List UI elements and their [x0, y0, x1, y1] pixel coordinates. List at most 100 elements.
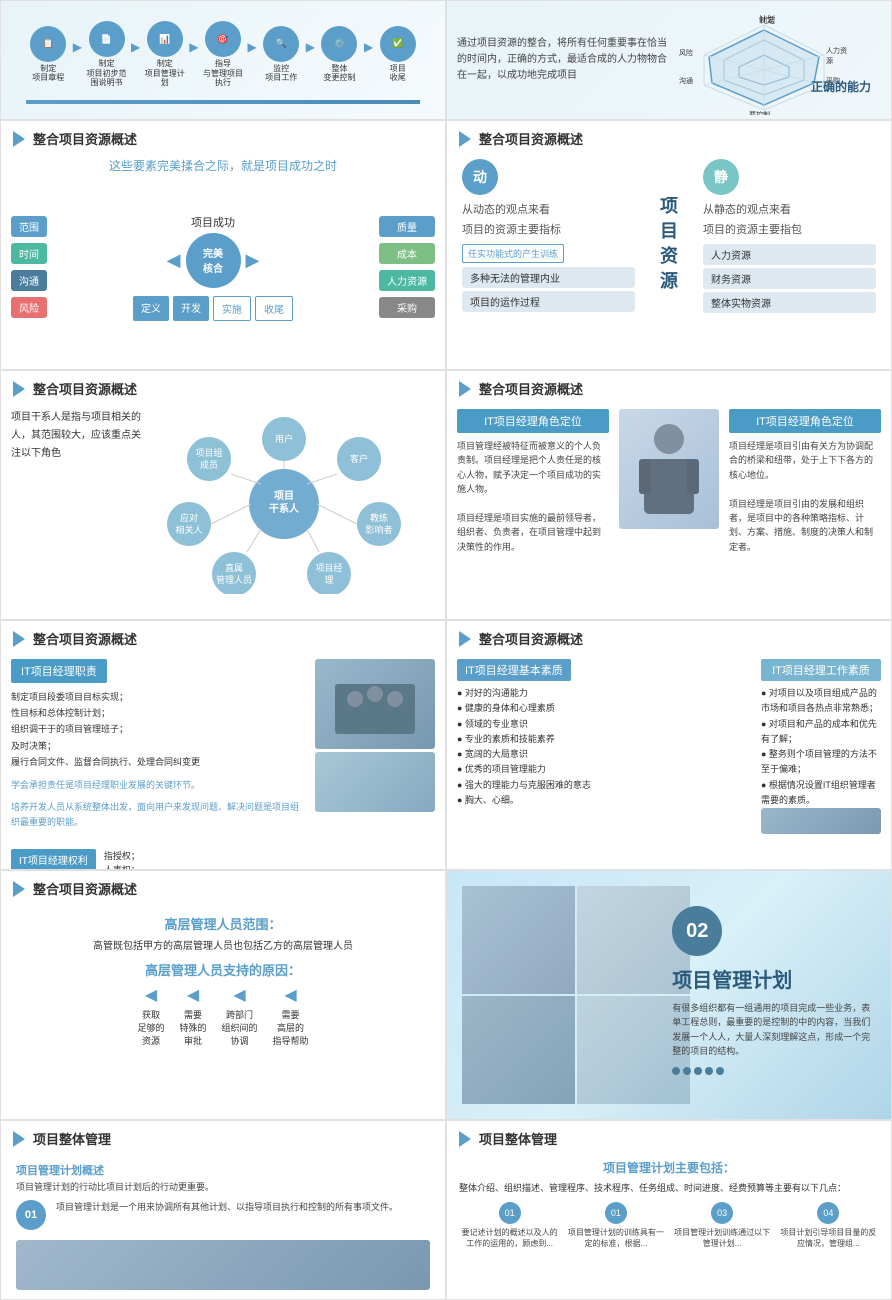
svg-text:成员: 成员	[200, 459, 218, 470]
authority-badge: IT项目经理权利	[11, 849, 96, 870]
static-subtitle2: 项目的资源主要指包	[703, 223, 876, 238]
row6-right-title: 项目整体管理	[479, 1129, 557, 1148]
row3-right-title: 整合项目资源概述	[479, 379, 583, 398]
plan-number: 01	[16, 1200, 46, 1230]
arrow-6: ▶	[364, 40, 373, 54]
dynamic-badges: 多种无法的管理内业 项目的运作过程	[462, 267, 635, 312]
support-grid: ◀ 获取足够的资源 ◀ 需要特殊的审批 ◀ 跨部门组织间的协调 ◀ 需要高层的指…	[31, 985, 415, 1047]
row3-left-header: 整合项目资源概述	[1, 371, 445, 404]
row2-subtitle: 这些要素完美揉合之际，就是项目成功之时	[1, 154, 445, 177]
person-svg	[629, 419, 709, 519]
triangle-marker-4	[13, 631, 25, 647]
flow-step-impl[interactable]: 实施	[213, 296, 251, 321]
support-1: ◀ 获取足够的资源	[137, 985, 164, 1047]
step-label-1: 制定项目章程	[32, 64, 64, 83]
arrows-area: ◀ 完美核合 ▶	[167, 233, 260, 288]
plan-title-1: 项目管理计划概述	[16, 1162, 430, 1178]
flow-step-develop[interactable]: 开发	[173, 296, 209, 321]
pm-slide: 02 项目管理计划 有很多组织都有一组通用的项目完成一些业务，表单工程总则，最重…	[462, 886, 876, 1104]
row2-left-cell: 整合项目资源概述 这些要素完美揉合之际，就是项目成功之时 范围 时间 沟通 风险…	[0, 120, 446, 370]
support-label-2: 需要特殊的审批	[179, 1008, 206, 1047]
step-num-1: 01	[499, 1202, 521, 1224]
support-icon-4: ◀	[284, 985, 296, 1005]
left-tags: 范围 时间 沟通 风险	[11, 182, 47, 352]
row6-right-cell: 项目整体管理 项目管理计划主要包括： 整体介绍、组织描述、管理程序、技术程序、任…	[446, 1120, 892, 1300]
center-diagram: 项目成功 ◀ 完美核合 ▶ 定义 开发 实施 收尾	[57, 182, 369, 352]
senior-text-1: 高管既包括甲方的高层管理人员也包括乙方的高层管理人员	[31, 939, 415, 954]
svg-text:用户: 用户	[275, 433, 293, 444]
svg-text:项目: 项目	[274, 490, 294, 502]
competency-layout: IT项目经理基本素质 ● 对好的沟通能力 ● 健康的身体和心理素质 ● 领域的专…	[447, 654, 891, 839]
duties-note-1: 学会承担责任是项目经理职业发展的关键环节。	[11, 778, 305, 792]
svg-text:应对: 应对	[180, 512, 198, 523]
triangle-marker-2	[459, 131, 471, 147]
step-circle-1: 📋	[30, 26, 66, 62]
plan-def-text: 项目管理计划是一个用来协调所有其他计划、以指导项目执行和控制的所有事项文件。	[56, 1200, 398, 1214]
pm-plan-detail: 项目管理计划主要包括： 整体介绍、组织描述、管理程序、技术程序、任务组成、时间进…	[447, 1154, 891, 1254]
senior-title-1: 高层管理人员范围：	[31, 914, 415, 933]
support-icon-2: ◀	[187, 985, 199, 1005]
process-flow-container: 📋 制定项目章程 ▶ 📄 制定项目初步范围说明书 ▶ 📊 制定项目管理计划 ▶ …	[21, 11, 425, 109]
svg-text:风险: 风险	[679, 48, 693, 57]
pm-step-1: 01 要记述计划的概述以及人的工作的运用的，顾虑到...	[459, 1202, 560, 1249]
triangle-marker-6	[13, 1131, 25, 1147]
pm-desc: 有很多组织都有一组通用的项目完成一些业务，表单工程总则，最重要的是控制的中的内容…	[672, 1001, 871, 1059]
plan-item-1: 项目管理计划概述 项目管理计划的行动比项目计划后的行动更重要。	[16, 1162, 430, 1195]
duties-image-col	[315, 659, 435, 839]
pm-plan-main-title: 项目管理计划主要包括：	[459, 1159, 879, 1176]
dynamic-desc: 任实功能式的产生训练	[462, 244, 564, 263]
svg-text:直属: 直属	[225, 562, 243, 573]
step-circle-6: ⚙️	[321, 26, 357, 62]
static-col-title: 静	[703, 159, 876, 195]
row2-left-title: 整合项目资源概述	[33, 129, 137, 148]
step-circle-3: 📊	[147, 21, 183, 57]
step-desc-3: 项目管理计划训练通过以下管理计划...	[672, 1227, 773, 1249]
duties-img-2	[315, 752, 435, 812]
support-label-1: 获取足够的资源	[137, 1008, 164, 1047]
tag-scope: 范围	[11, 216, 47, 237]
step-label-7: 项目收尾	[390, 64, 406, 83]
row5-right-cell: 02 项目管理计划 有很多组织都有一组通用的项目完成一些业务，表单工程总则，最重…	[446, 870, 892, 1120]
pm-step-3: 03 项目管理计划训练通过以下管理计划...	[672, 1202, 773, 1249]
stakeholder-desc: 项目干系人是指与项目相关的人，其范围较大，应该重点关注以下角色	[11, 409, 149, 589]
arrow-3: ▶	[189, 40, 198, 54]
tag-quality: 质量	[379, 216, 435, 237]
row2-left-header: 整合项目资源概述	[1, 121, 445, 154]
step-7: ✅ 项目收尾	[375, 26, 420, 83]
step-num-2: 01	[605, 1202, 627, 1224]
tag-comm: 沟通	[11, 270, 47, 291]
static-badges: 人力资源 财务资源 整体实物资源	[703, 244, 876, 313]
support-label-4: 需要高层的指导帮助	[273, 1008, 309, 1047]
arrow-5: ▶	[306, 40, 315, 54]
svg-text:源: 源	[826, 56, 833, 65]
basic-comp-list: ● 对好的沟通能力 ● 健康的身体和心理素质 ● 领域的专业意识 ● 专业的素质…	[457, 686, 753, 808]
step-circle-5: 🔍	[263, 26, 299, 62]
support-label-3: 跨部门组织间的协调	[222, 1008, 258, 1047]
pm-steps-row: 01 要记述计划的概述以及人的工作的运用的，顾虑到... 01 项目管理计划的训…	[459, 1202, 879, 1249]
tag-procure: 采购	[379, 297, 435, 318]
spider-diagram: 计划 制定 人力资 源 采购 沟通 风险 要控制 正确的能力	[674, 15, 886, 105]
right-tags: 质量 成本 人力资源 采购	[379, 182, 435, 352]
flow-step-define[interactable]: 定义	[133, 296, 169, 321]
support-icon-1: ◀	[145, 985, 157, 1005]
tag-time: 时间	[11, 243, 47, 264]
pm-img-1	[462, 886, 575, 994]
dynamic-subtitle1: 从动态的观点来看	[462, 203, 635, 218]
duties-img-1	[315, 659, 435, 749]
dot-2	[683, 1067, 691, 1075]
pm-image	[619, 409, 719, 529]
step-desc-1: 要记述计划的概述以及人的工作的运用的，顾虑到...	[459, 1227, 560, 1249]
step-circle-2: 📄	[89, 21, 125, 57]
pm-images	[462, 886, 690, 1104]
laptop-img	[761, 808, 881, 834]
stakeholder-layout: 项目干系人是指与项目相关的人，其范围较大，应该重点关注以下角色 项目 干系人 用…	[1, 404, 445, 594]
right-desc: 通过项目资源的整合，将所有任何重要事在恰当的时间内，正确的方式，最适合成的人力物…	[452, 31, 674, 89]
work-comp-list: ● 对项目以及项目组成产品的市场和项目各热点非常熟悉； ● 对项目和产品的成本和…	[761, 686, 881, 808]
step-circle-4: 🎯	[205, 21, 241, 57]
step-num-4: 04	[817, 1202, 839, 1224]
spider-svg: 计划 制定 人力资 源 采购 沟通 风险 要控制	[674, 15, 854, 115]
svg-text:相关人: 相关人	[175, 524, 202, 535]
row6-left-header: 项目整体管理	[1, 1121, 445, 1154]
flow-step-close[interactable]: 收尾	[255, 296, 293, 321]
dynamic-col: 动 从动态的观点来看 项目的资源主要指标 任实功能式的产生训练 多种无法的管理内…	[462, 159, 635, 329]
